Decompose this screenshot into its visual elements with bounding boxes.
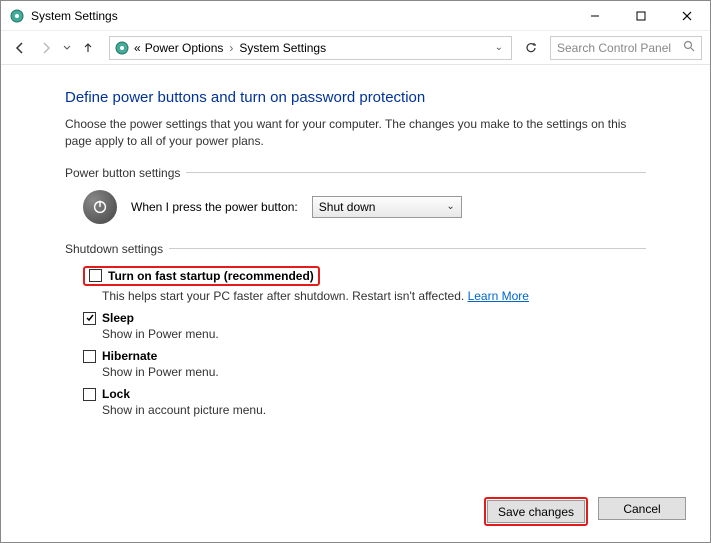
- power-section-label: Power button settings: [65, 166, 646, 180]
- search-icon: [683, 40, 695, 55]
- shutdown-section-label: Shutdown settings: [65, 242, 646, 256]
- forward-button[interactable]: [35, 37, 57, 59]
- option-desc: This helps start your PC faster after sh…: [102, 289, 646, 303]
- option-desc: Show in Power menu.: [102, 327, 646, 341]
- recent-dropdown[interactable]: [61, 37, 73, 59]
- back-button[interactable]: [9, 37, 31, 59]
- option-fast-startup: Turn on fast startup (recommended) This …: [65, 266, 646, 304]
- checkbox-hibernate[interactable]: [83, 350, 96, 363]
- option-title: Hibernate: [102, 349, 157, 363]
- breadcrumb-item-2[interactable]: System Settings: [239, 41, 326, 55]
- content: Define power buttons and turn on passwor…: [1, 65, 710, 417]
- power-button-row: When I press the power button: Shut down…: [65, 190, 646, 224]
- power-icon: [83, 190, 117, 224]
- option-hibernate: Hibernate Show in Power menu.: [65, 349, 646, 379]
- breadcrumb-item-1[interactable]: Power Options: [145, 41, 224, 55]
- option-title: Sleep: [102, 311, 134, 325]
- option-title: Turn on fast startup (recommended): [108, 269, 314, 283]
- window: System Settings: [0, 0, 711, 543]
- save-button[interactable]: Save changes: [487, 500, 585, 523]
- up-button[interactable]: [77, 37, 99, 59]
- option-desc: Show in Power menu.: [102, 365, 646, 379]
- footer: Save changes Cancel: [484, 497, 686, 526]
- option-lock: Lock Show in account picture menu.: [65, 387, 646, 417]
- maximize-button[interactable]: [618, 1, 664, 31]
- breadcrumb-prefix: «: [134, 41, 141, 55]
- cancel-button[interactable]: Cancel: [598, 497, 686, 520]
- learn-more-link[interactable]: Learn More: [468, 289, 529, 303]
- power-button-prompt: When I press the power button:: [131, 200, 298, 214]
- highlight-fast-startup: Turn on fast startup (recommended): [83, 266, 320, 286]
- breadcrumb-sep-icon: ›: [229, 41, 233, 55]
- window-controls: [572, 1, 710, 31]
- app-icon: [9, 8, 25, 24]
- breadcrumb-icon: [114, 40, 130, 56]
- navbar: « Power Options › System Settings ⌄ Sear…: [1, 31, 710, 65]
- search-placeholder: Search Control Panel: [557, 41, 671, 55]
- search-input[interactable]: Search Control Panel: [550, 36, 702, 60]
- page-description: Choose the power settings that you want …: [65, 116, 646, 150]
- titlebar: System Settings: [1, 1, 710, 31]
- chevron-down-icon: ⌄: [446, 201, 454, 212]
- breadcrumb[interactable]: « Power Options › System Settings ⌄: [109, 36, 512, 60]
- dropdown-value: Shut down: [319, 200, 376, 214]
- close-button[interactable]: [664, 1, 710, 31]
- checkbox-fast-startup[interactable]: [89, 269, 102, 282]
- window-title: System Settings: [31, 9, 572, 23]
- checkbox-sleep[interactable]: [83, 312, 96, 325]
- checkbox-lock[interactable]: [83, 388, 96, 401]
- highlight-save: Save changes: [484, 497, 588, 526]
- chevron-down-icon[interactable]: ⌄: [495, 42, 507, 53]
- page-heading: Define power buttons and turn on passwor…: [65, 89, 646, 106]
- option-sleep: Sleep Show in Power menu.: [65, 311, 646, 341]
- power-button-dropdown[interactable]: Shut down ⌄: [312, 196, 462, 218]
- option-title: Lock: [102, 387, 130, 401]
- refresh-button[interactable]: [520, 37, 542, 59]
- minimize-button[interactable]: [572, 1, 618, 31]
- option-desc: Show in account picture menu.: [102, 403, 646, 417]
